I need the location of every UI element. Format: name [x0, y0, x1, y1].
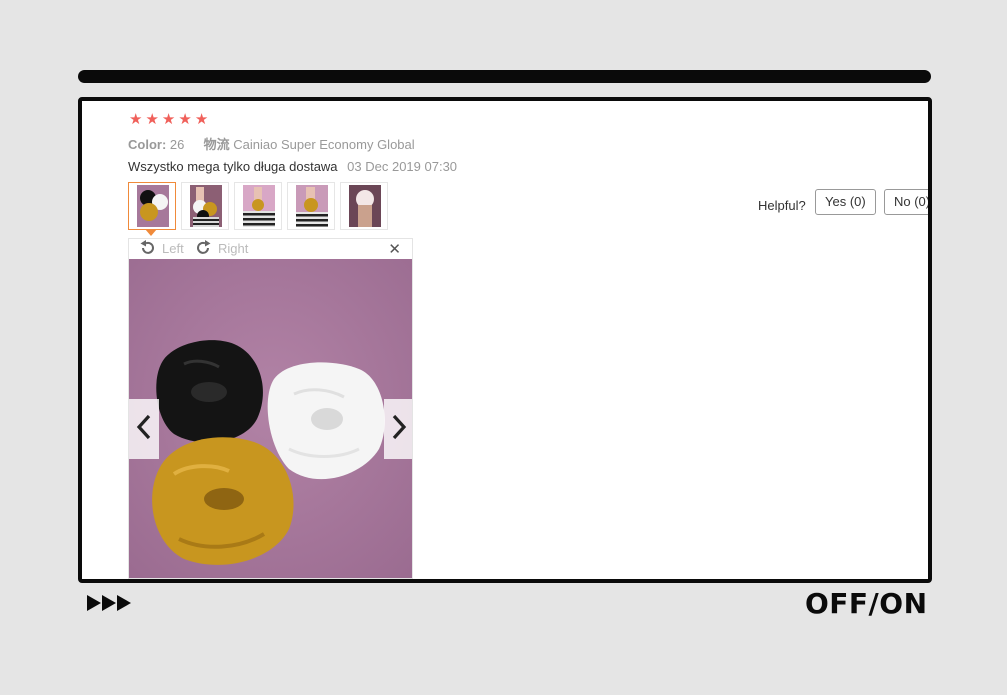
review-thumbnail[interactable] [287, 182, 335, 230]
star-icon: ★ [178, 110, 192, 128]
star-icon: ★ [194, 110, 209, 128]
rotate-left-icon [139, 240, 156, 256]
off-on-toggle[interactable]: OFF/ON [805, 587, 928, 620]
review-thumbnail[interactable] [128, 182, 176, 230]
review-date: 03 Dec 2019 07:30 [347, 159, 458, 174]
active-thumbnail-caret [145, 229, 157, 236]
color-label: Color: [128, 137, 167, 152]
rotate-left-button[interactable]: Left [139, 240, 184, 256]
close-icon[interactable]: ✕ [388, 240, 401, 258]
next-image-button[interactable] [384, 399, 412, 459]
rotate-left-label: Left [162, 240, 184, 256]
star-icon: ★ [129, 110, 143, 128]
review-body: Wszystko mega tylko długa dostawa 03 Dec… [128, 159, 457, 174]
color-value: 26 [169, 137, 185, 152]
review-text: Wszystko mega tylko długa dostawa [128, 159, 338, 174]
review-meta: Color: 26 物流 Cainiao Super Economy Globa… [128, 134, 415, 153]
prev-image-button[interactable] [129, 399, 159, 459]
chevron-left-icon [136, 413, 152, 446]
star-icon: ★ [161, 110, 176, 128]
helpful-label: Helpful? [758, 198, 806, 213]
top-bar [78, 70, 931, 83]
review-thumbnails [128, 182, 388, 230]
rotate-right-icon [195, 240, 212, 256]
star-icon: ★ [145, 110, 159, 128]
white-scrunchie [267, 362, 385, 480]
chevron-right-icon [391, 413, 407, 446]
rotate-right-label: Right [218, 240, 249, 256]
image-viewer: Left Right ✕ [128, 238, 413, 579]
rating-stars: ★ ★ ★ ★ ★ [129, 111, 208, 127]
helpful-no-button[interactable]: No (0) [884, 189, 928, 215]
review-thumbnail[interactable] [234, 182, 282, 230]
review-thumbnail[interactable] [340, 182, 388, 230]
review-panel: ★ ★ ★ ★ ★ Color: 26 物流 Cainiao Super Eco… [82, 101, 928, 579]
rotate-right-button[interactable]: Right [195, 240, 248, 256]
black-scrunchie [156, 340, 263, 443]
mustard-scrunchie [152, 437, 294, 565]
viewer-toolbar: Left Right ✕ [129, 239, 412, 259]
review-thumbnail[interactable] [181, 182, 229, 230]
helpful-yes-button[interactable]: Yes (0) [815, 189, 876, 215]
fast-forward-icon[interactable] [87, 594, 135, 617]
shipping-value: Cainiao Super Economy Global [233, 137, 415, 152]
shipping-label: 物流 [203, 137, 230, 152]
review-photo [129, 259, 412, 578]
screen-frame: ★ ★ ★ ★ ★ Color: 26 物流 Cainiao Super Eco… [78, 97, 932, 583]
